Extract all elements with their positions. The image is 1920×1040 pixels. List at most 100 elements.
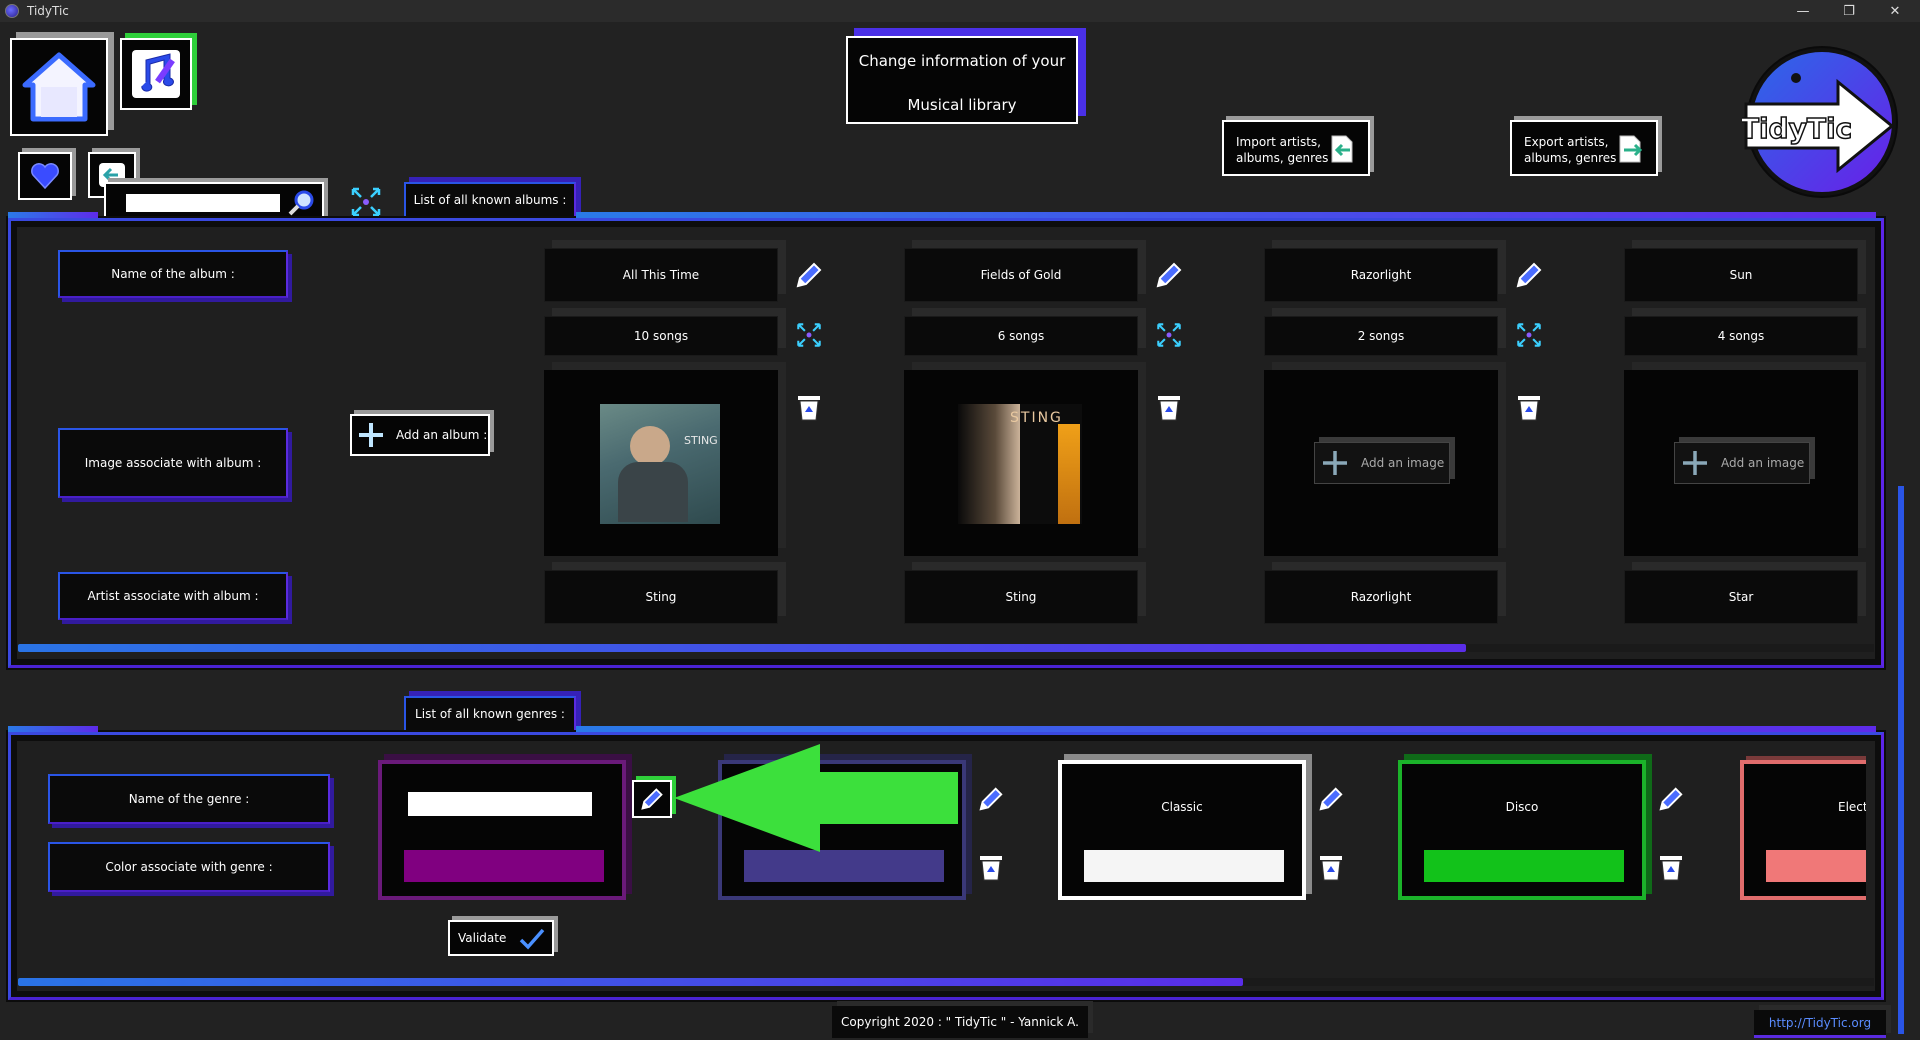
toggle-songs-button[interactable] xyxy=(1152,318,1186,352)
albums-panel-accent xyxy=(8,212,98,218)
album-artist: Sting xyxy=(544,570,778,624)
favorites-button[interactable] xyxy=(18,152,72,200)
export-label-line1: Export artists, xyxy=(1524,135,1609,149)
edit-genre-button[interactable] xyxy=(1654,782,1688,816)
import-button[interactable]: Import artists, albums, genres xyxy=(1222,120,1370,176)
new-genre-name-input[interactable] xyxy=(408,792,592,816)
pencil-icon xyxy=(1659,787,1683,811)
album-artist: Star xyxy=(1624,570,1858,624)
new-genre-color-picker[interactable] xyxy=(404,850,604,882)
copyright-text: Copyright 2020 : " TidyTic " - Yannick A… xyxy=(832,1006,1088,1038)
album-song-count: 4 songs xyxy=(1624,316,1858,356)
trash-icon xyxy=(798,396,820,421)
edit-album-button[interactable] xyxy=(1512,258,1546,292)
website-link[interactable]: http://TidyTic.org xyxy=(1754,1010,1886,1038)
page-title-line2: Musical library xyxy=(907,96,1017,114)
app-window: TidyTic — ❐ ✕ Change information of your… xyxy=(0,0,1920,1040)
genre-card: Elect xyxy=(1740,760,1866,900)
delete-album-button[interactable] xyxy=(792,390,826,424)
albums-tab-label: List of all known albums : xyxy=(404,182,576,218)
toggle-songs-button[interactable] xyxy=(792,318,826,352)
delete-album-button[interactable] xyxy=(1512,390,1546,424)
genres-scrollbar-thumb[interactable] xyxy=(18,978,1243,986)
genres-tab-label: List of all known genres : xyxy=(404,696,576,732)
albums-scrollbar-thumb[interactable] xyxy=(18,644,1466,652)
maximize-button[interactable]: ❐ xyxy=(1826,0,1872,22)
add-album-label: Add an album : xyxy=(396,428,488,442)
close-button[interactable]: ✕ xyxy=(1872,0,1918,22)
window-title: TidyTic xyxy=(27,4,69,18)
edit-genre-button[interactable] xyxy=(1314,782,1348,816)
genres-panel-accent-right xyxy=(576,726,1876,732)
pencil-icon xyxy=(641,788,663,810)
plus-icon xyxy=(359,423,383,447)
edit-genre-button[interactable] xyxy=(974,782,1008,816)
search-icon[interactable] xyxy=(286,188,316,218)
toggle-albums-button[interactable] xyxy=(348,184,384,220)
edit-album-button[interactable] xyxy=(1152,258,1186,292)
album-image-frame: STING xyxy=(904,370,1138,556)
album-cover-image[interactable]: STING xyxy=(600,404,720,524)
genre-card: Disco xyxy=(1398,760,1646,900)
validate-label: Validate xyxy=(458,931,507,945)
import-file-icon xyxy=(1331,135,1353,163)
genre-color-swatch xyxy=(744,850,944,882)
trash-icon xyxy=(1660,856,1682,881)
pencil-icon xyxy=(1319,787,1343,811)
validate-button[interactable]: Validate xyxy=(448,920,554,956)
logo-text: TidyTic xyxy=(1742,112,1852,145)
export-file-icon xyxy=(1619,135,1643,163)
toggle-songs-button[interactable] xyxy=(1512,318,1546,352)
album-name: Sun xyxy=(1624,248,1858,302)
annotation-arrow xyxy=(674,744,958,852)
album-artist: Razorlight xyxy=(1264,570,1498,624)
album-artist: Sting xyxy=(904,570,1138,624)
app-icon xyxy=(5,4,19,18)
trash-icon xyxy=(1158,396,1180,421)
expand-arrows-icon xyxy=(1157,323,1181,347)
album-image-frame: STING xyxy=(544,370,778,556)
pencil-icon xyxy=(796,262,822,288)
album-cover-image[interactable]: STING xyxy=(958,404,1082,524)
page-title-line1: Change information of your xyxy=(858,52,1066,70)
import-label-line2: albums, genres xyxy=(1236,151,1329,165)
music-edit-icon xyxy=(132,50,180,98)
genres-panel-accent xyxy=(8,726,98,732)
genre-name: Disco xyxy=(1505,800,1539,814)
minimize-button[interactable]: — xyxy=(1780,0,1826,22)
genre-name-row-label: Name of the genre : xyxy=(48,774,330,824)
delete-genre-button[interactable] xyxy=(1314,850,1348,884)
checkmark-icon xyxy=(519,928,545,950)
genre-color-swatch xyxy=(1084,850,1284,882)
page-scrollbar[interactable] xyxy=(1898,486,1904,1034)
page-title-box: Change information of your Musical libra… xyxy=(846,36,1078,124)
music-library-button[interactable] xyxy=(120,38,192,110)
pencil-icon xyxy=(979,787,1003,811)
delete-album-button[interactable] xyxy=(1152,390,1186,424)
album-name: Fields of Gold xyxy=(904,248,1138,302)
edit-new-genre-button[interactable] xyxy=(632,780,672,818)
heart-icon xyxy=(31,163,59,190)
add-album-button[interactable]: Add an album : xyxy=(350,414,490,456)
trash-icon xyxy=(1518,396,1540,421)
new-genre-card xyxy=(378,760,626,900)
album-artist-row-label: Artist associate with album : xyxy=(58,572,288,620)
edit-album-button[interactable] xyxy=(792,258,826,292)
album-song-count: 6 songs xyxy=(904,316,1138,356)
add-image-button[interactable]: Add an image xyxy=(1674,442,1810,484)
album-song-count: 2 songs xyxy=(1264,316,1498,356)
title-bar: TidyTic — ❐ ✕ xyxy=(0,0,1920,22)
expand-arrows-icon xyxy=(351,187,381,217)
add-image-button[interactable]: Add an image xyxy=(1314,442,1450,484)
search-input[interactable] xyxy=(126,194,280,212)
home-button[interactable] xyxy=(10,38,108,136)
add-image-label: Add an image xyxy=(1361,456,1445,470)
trash-icon xyxy=(1320,856,1342,881)
genre-color-swatch xyxy=(1424,850,1624,882)
export-button[interactable]: Export artists, albums, genres xyxy=(1510,120,1658,176)
album-image-row-label: Image associate with album : xyxy=(58,428,288,498)
delete-genre-button[interactable] xyxy=(974,850,1008,884)
expand-arrows-icon xyxy=(797,323,821,347)
delete-genre-button[interactable] xyxy=(1654,850,1688,884)
home-icon xyxy=(22,52,96,122)
